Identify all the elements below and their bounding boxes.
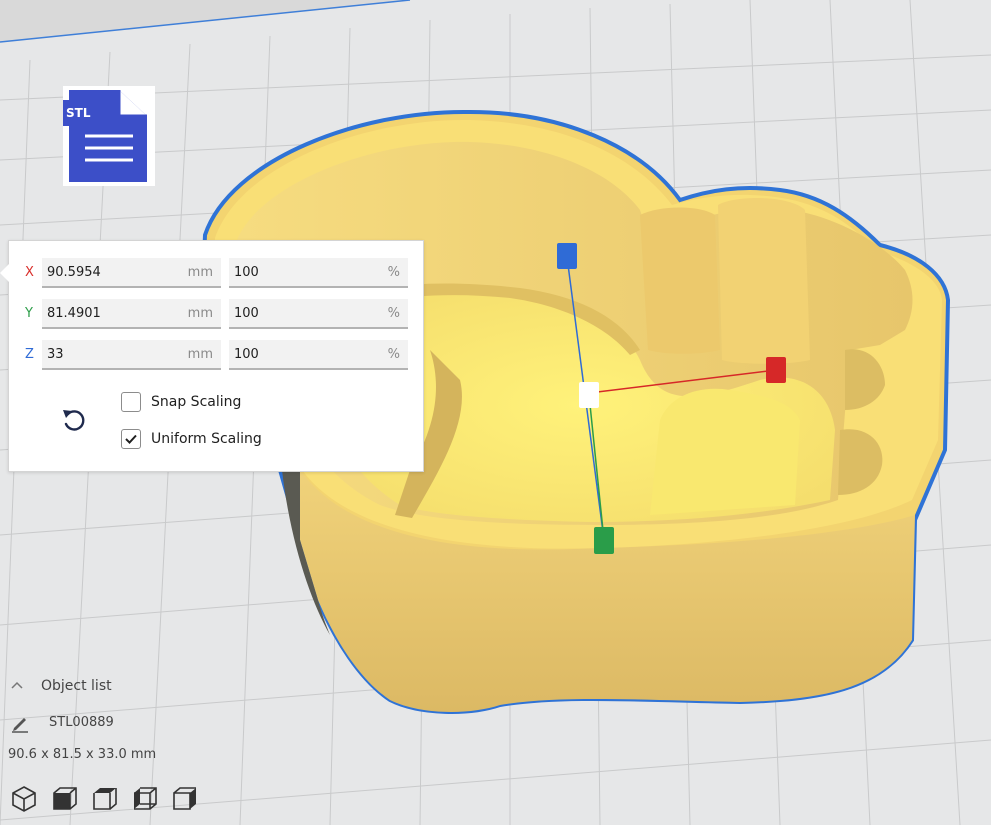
y-size-unit: mm — [187, 306, 213, 321]
z-percent-value: 100 — [234, 347, 259, 362]
z-percent-input[interactable]: 100 % — [229, 340, 408, 370]
x-percent-input[interactable]: 100 % — [229, 258, 408, 288]
z-size-input[interactable]: 33 mm — [42, 340, 221, 370]
left-view-icon — [134, 787, 157, 810]
axis-label-y: Y — [25, 306, 33, 321]
object-list-label: Object list — [41, 678, 112, 694]
snap-scaling-checkbox[interactable] — [121, 392, 141, 412]
axis-label-x: X — [25, 265, 34, 280]
view-3d-button[interactable] — [10, 784, 38, 812]
view-top-button[interactable] — [90, 784, 118, 812]
3d-view-icon — [12, 786, 36, 812]
snap-scaling-label: Snap Scaling — [151, 394, 242, 410]
y-size-input[interactable]: 81.4901 mm — [42, 299, 221, 329]
front-view-icon — [53, 787, 77, 810]
y-percent-unit: % — [387, 306, 400, 321]
object-dimensions: 90.6 x 81.5 x 33.0 mm — [8, 747, 157, 762]
pencil-icon[interactable] — [10, 713, 30, 733]
view-right-button[interactable] — [170, 784, 198, 812]
y-percent-input[interactable]: 100 % — [229, 299, 408, 329]
axis-label-z: Z — [25, 347, 34, 362]
stl-icon-label: STL — [66, 106, 91, 120]
uniform-scaling-checkbox[interactable] — [121, 429, 141, 449]
x-size-value: 90.5954 — [47, 265, 101, 280]
y-size-value: 81.4901 — [47, 306, 101, 321]
view-left-button[interactable] — [130, 784, 158, 812]
right-view-icon — [173, 787, 196, 810]
z-scale-handle[interactable] — [557, 243, 577, 269]
reset-scale-button[interactable] — [59, 405, 89, 435]
scale-row-z: Z 33 mm 100 % — [9, 339, 423, 371]
scale-row-y: Y 81.4901 mm 100 % — [9, 298, 423, 330]
view-front-button[interactable] — [50, 784, 78, 812]
z-size-value: 33 — [47, 347, 64, 362]
model-column-left — [640, 207, 720, 354]
chevron-up-icon — [11, 681, 23, 689]
undo-icon — [63, 410, 85, 431]
stl-file-icon: STL — [63, 86, 155, 186]
model-cavity-bump — [650, 388, 800, 515]
x-size-input[interactable]: 90.5954 mm — [42, 258, 221, 288]
scale-tool-panel: X 90.5954 mm 100 % Y 81.4901 mm 100 % Z … — [0, 240, 424, 472]
object-name: STL00889 — [49, 715, 114, 730]
z-size-unit: mm — [187, 347, 213, 362]
model-column-right — [718, 198, 810, 364]
x-percent-value: 100 — [234, 265, 259, 280]
scale-row-x: X 90.5954 mm 100 % — [9, 257, 423, 289]
x-size-unit: mm — [187, 265, 213, 280]
top-view-icon — [93, 788, 117, 810]
uniform-scale-handle[interactable] — [579, 382, 599, 408]
z-percent-unit: % — [387, 347, 400, 362]
y-percent-value: 100 — [234, 306, 259, 321]
y-scale-handle[interactable] — [594, 527, 614, 554]
x-scale-handle[interactable] — [766, 357, 786, 383]
panel-pointer — [0, 264, 9, 282]
x-percent-unit: % — [387, 265, 400, 280]
uniform-scaling-label: Uniform Scaling — [151, 431, 262, 447]
checkmark-icon — [125, 434, 137, 444]
